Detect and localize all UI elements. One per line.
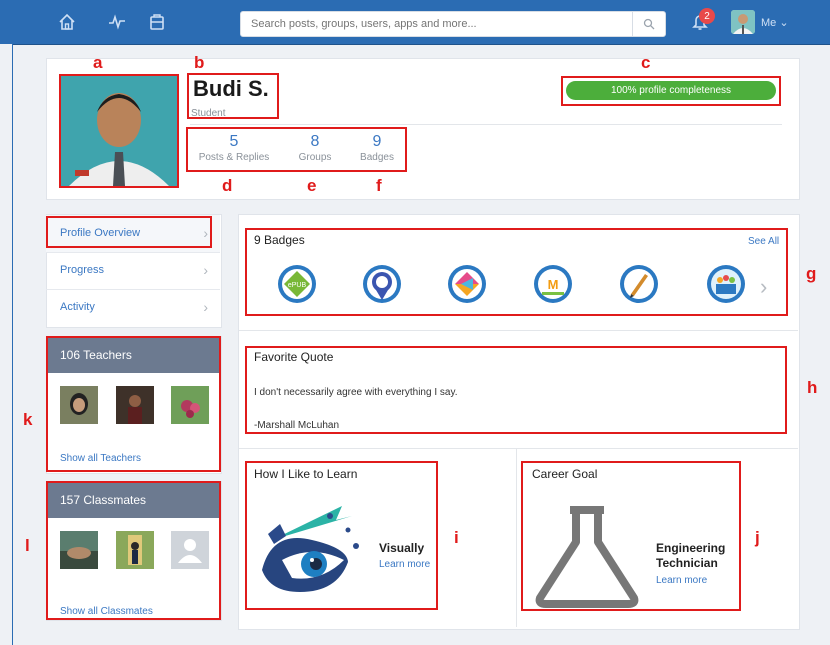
- annotation-box-a: [59, 74, 179, 188]
- search-bar: [240, 11, 666, 37]
- quote-divider: [239, 448, 798, 449]
- search-input[interactable]: [249, 12, 633, 36]
- annotation-label-l: l: [25, 536, 30, 555]
- user-avatar[interactable]: [731, 10, 755, 34]
- side-nav-activity[interactable]: Activity ›: [46, 289, 220, 326]
- annotation-label-a: a: [93, 53, 103, 72]
- search-button[interactable]: [632, 12, 665, 36]
- annotation-label-c: c: [641, 53, 651, 72]
- annotation-label-k: k: [23, 410, 33, 429]
- annotation-label-j: j: [755, 528, 760, 547]
- annotation-box-h: [245, 346, 787, 434]
- chevron-right-icon: ›: [203, 299, 208, 315]
- page-left-edge: [0, 44, 13, 645]
- annotation-box-j: [521, 461, 741, 611]
- activity-icon[interactable]: [102, 0, 132, 44]
- annotation-label-f: f: [376, 176, 382, 195]
- annotation-box-i: [245, 461, 438, 610]
- annotation-label-b: b: [194, 53, 205, 72]
- search-icon: [643, 18, 655, 30]
- annotation-label-i: i: [454, 528, 459, 547]
- home-icon[interactable]: [52, 0, 82, 44]
- annotation-box-def: [186, 127, 407, 172]
- chevron-right-icon: ›: [203, 262, 208, 278]
- user-menu[interactable]: Me ⌄: [761, 16, 789, 29]
- annotation-box-c: [561, 76, 781, 106]
- learn-career-divider: [516, 449, 517, 627]
- user-menu-label: Me: [761, 17, 777, 29]
- annotation-box-l: [46, 481, 221, 620]
- header-divider: [190, 124, 782, 125]
- annotation-label-d: d: [222, 176, 233, 195]
- annotation-box-overview: [46, 216, 212, 248]
- side-nav-activity-label: Activity: [60, 301, 95, 313]
- top-navigation-bar: 2 Me ⌄: [0, 0, 830, 45]
- annotation-box-k: [46, 336, 221, 472]
- chevron-down-icon: ⌄: [779, 17, 789, 29]
- annotation-label-h: h: [807, 378, 818, 397]
- notification-count-badge: 2: [699, 8, 715, 24]
- badges-divider: [239, 330, 798, 331]
- backpack-icon[interactable]: [142, 0, 172, 44]
- annotation-label-g: g: [806, 264, 817, 283]
- annotation-box-g: [245, 228, 788, 316]
- annotation-label-e: e: [307, 176, 317, 195]
- side-nav-progress-label: Progress: [60, 264, 105, 276]
- annotation-box-b: [187, 73, 279, 119]
- side-nav-progress[interactable]: Progress ›: [46, 252, 220, 290]
